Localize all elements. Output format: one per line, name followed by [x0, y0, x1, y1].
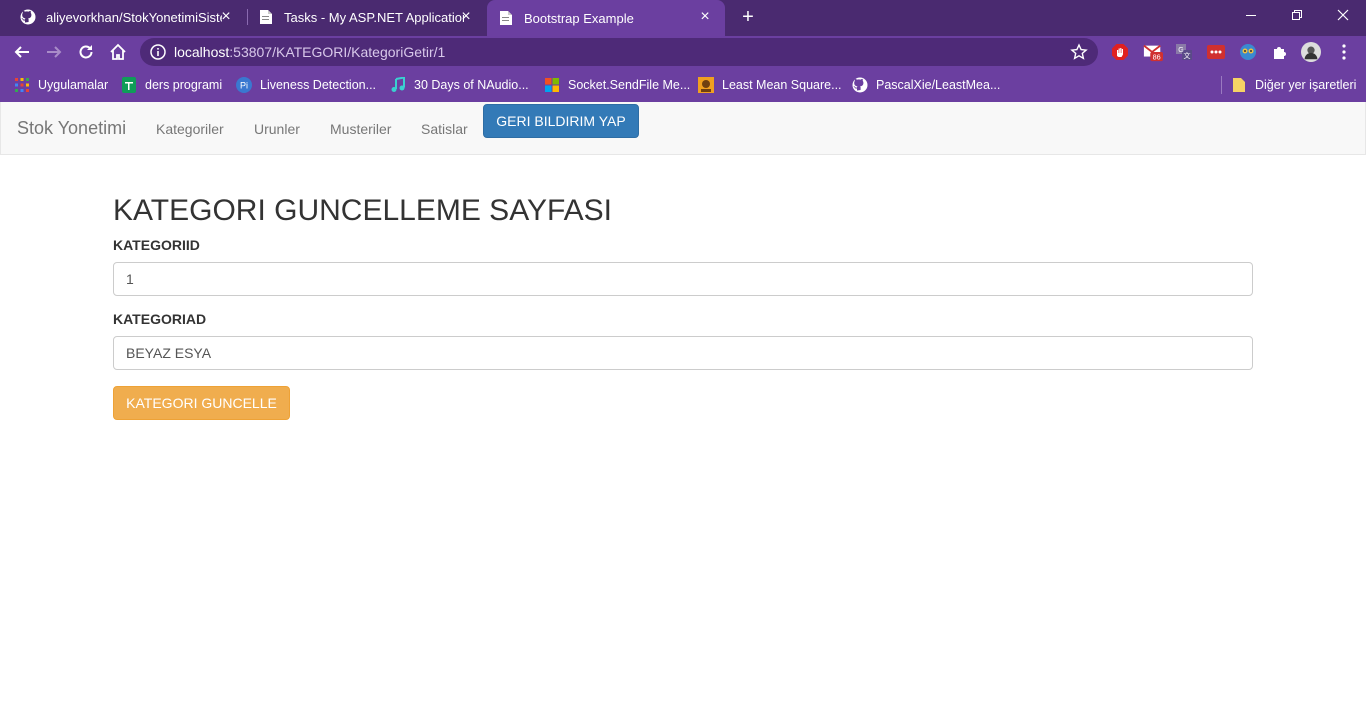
- bookmark-other-folder[interactable]: Diğer yer işaretleri: [1231, 76, 1356, 94]
- translate-icon[interactable]: G文: [1174, 42, 1194, 62]
- tab-title: Tasks - My ASP.NET Application: [284, 9, 464, 25]
- nav-link-musteriler[interactable]: Musteriler: [330, 121, 391, 137]
- bookmark-label: Least Mean Square...: [722, 78, 842, 92]
- feedback-button[interactable]: GERI BILDIRIM YAP: [483, 104, 639, 138]
- bookmark-liveness-detection[interactable]: Pi Liveness Detection...: [236, 76, 376, 94]
- bookmark-least-mean-square[interactable]: Least Mean Square...: [698, 76, 842, 94]
- bookmark-label: Socket.SendFile Me...: [568, 78, 691, 92]
- page-title: KATEGORI GUNCELLEME SAYFASI: [113, 194, 613, 227]
- puzzle-icon[interactable]: [1270, 42, 1290, 62]
- page-icon: [498, 10, 514, 26]
- github-icon: [852, 77, 868, 93]
- main-content: KATEGORI GUNCELLEME SAYFASI KATEGORIID K…: [113, 190, 1253, 420]
- nav-link-satislar[interactable]: Satislar: [421, 121, 468, 137]
- address-bar[interactable]: localhost:53807/KATEGORI/KategoriGetir/1: [140, 38, 1098, 66]
- pyimage-icon: Pi: [236, 77, 252, 93]
- bookmark-star-icon[interactable]: [1070, 43, 1088, 61]
- new-tab-button[interactable]: +: [737, 6, 759, 28]
- reload-icon[interactable]: [74, 40, 98, 64]
- ellipsis-ext-icon[interactable]: [1206, 42, 1226, 62]
- folder-icon: [1231, 77, 1247, 93]
- page-icon: [258, 9, 274, 25]
- bookmark-socket-sendfile[interactable]: Socket.SendFile Me...: [544, 76, 690, 94]
- nav-link-urunler[interactable]: Urunler: [254, 121, 300, 137]
- svg-text:Pi: Pi: [240, 81, 248, 91]
- restore-icon[interactable]: [1274, 0, 1320, 30]
- sheet-icon: [121, 77, 137, 93]
- bookmark-label: 30 Days of NAudio...: [414, 78, 529, 92]
- url-host: localhost: [174, 44, 230, 60]
- apps-grid-icon: [14, 77, 30, 93]
- bookmark-label: PascalXie/LeastMea...: [876, 78, 1001, 92]
- bookmark-label: Diğer yer işaretleri: [1255, 78, 1357, 92]
- browser-tab-bootstrap-example[interactable]: Bootstrap Example ×: [487, 0, 725, 36]
- tab-close-icon[interactable]: ×: [218, 9, 234, 25]
- tab-title: aliyevorkhan/StokYonetimiSistem: [46, 9, 222, 25]
- github-icon: [20, 9, 36, 25]
- home-icon[interactable]: [106, 40, 130, 64]
- mail-badge-count: 86: [1153, 53, 1161, 62]
- tab-close-icon[interactable]: ×: [697, 9, 713, 25]
- kategoriad-input[interactable]: [113, 336, 1253, 370]
- nav-link-kategoriler[interactable]: Kategoriler: [156, 121, 224, 137]
- bookmark-pascalxie[interactable]: PascalXie/LeastMea...: [852, 76, 1000, 94]
- tab-title: Bootstrap Example: [524, 10, 634, 26]
- kebab-menu-icon[interactable]: [1334, 42, 1354, 62]
- browser-tab-tasks[interactable]: Tasks - My ASP.NET Application ×: [248, 0, 486, 34]
- update-category-button[interactable]: KATEGORI GUNCELLE: [113, 386, 290, 420]
- bookmark-ders-programi[interactable]: ders programi: [121, 76, 222, 94]
- bookmark-naudio[interactable]: 30 Days of NAudio...: [390, 76, 529, 94]
- bookmark-label: Liveness Detection...: [260, 78, 377, 92]
- bookmarks-bar: Uygulamalar ders programi Pi Liveness De…: [0, 68, 1366, 102]
- microsoft-icon: [544, 77, 560, 93]
- kategoriid-label: KATEGORIID: [113, 237, 200, 253]
- bookmark-label: ders programi: [145, 78, 223, 92]
- site-info-icon[interactable]: [150, 44, 166, 60]
- kategoriid-input[interactable]: [113, 262, 1253, 296]
- browser-tab-github[interactable]: aliyevorkhan/StokYonetimiSistem ×: [8, 0, 246, 34]
- svg-text:文: 文: [1184, 51, 1191, 60]
- bookmarks-separator: [1221, 76, 1222, 94]
- forward-arrow-icon[interactable]: [42, 40, 66, 64]
- browser-tab-strip: aliyevorkhan/StokYonetimiSistem × Tasks …: [0, 0, 1366, 36]
- kategoriad-label: KATEGORIAD: [113, 311, 207, 327]
- minimize-icon[interactable]: [1228, 0, 1274, 30]
- browser-toolbar: localhost:53807/KATEGORI/KategoriGetir/1…: [0, 36, 1366, 68]
- music-icon: [390, 77, 406, 93]
- url-text: localhost:53807/KATEGORI/KategoriGetir/1: [174, 44, 445, 60]
- adblock-icon[interactable]: [1110, 42, 1130, 62]
- url-path: :53807/KATEGORI/KategoriGetir/1: [229, 44, 446, 60]
- mail-icon[interactable]: 86: [1143, 42, 1163, 62]
- site-navbar: Stok Yonetimi Kategoriler Urunler Muster…: [0, 102, 1366, 155]
- back-arrow-icon[interactable]: [10, 40, 34, 64]
- site-icon: [698, 77, 714, 93]
- close-window-icon[interactable]: [1320, 0, 1366, 30]
- bookmark-apps[interactable]: Uygulamalar: [14, 76, 108, 94]
- owl-icon[interactable]: [1238, 42, 1258, 62]
- navbar-brand[interactable]: Stok Yonetimi: [17, 118, 126, 139]
- bookmark-label: Uygulamalar: [38, 78, 109, 92]
- profile-avatar-icon[interactable]: [1301, 42, 1321, 62]
- tab-close-icon[interactable]: ×: [458, 9, 474, 25]
